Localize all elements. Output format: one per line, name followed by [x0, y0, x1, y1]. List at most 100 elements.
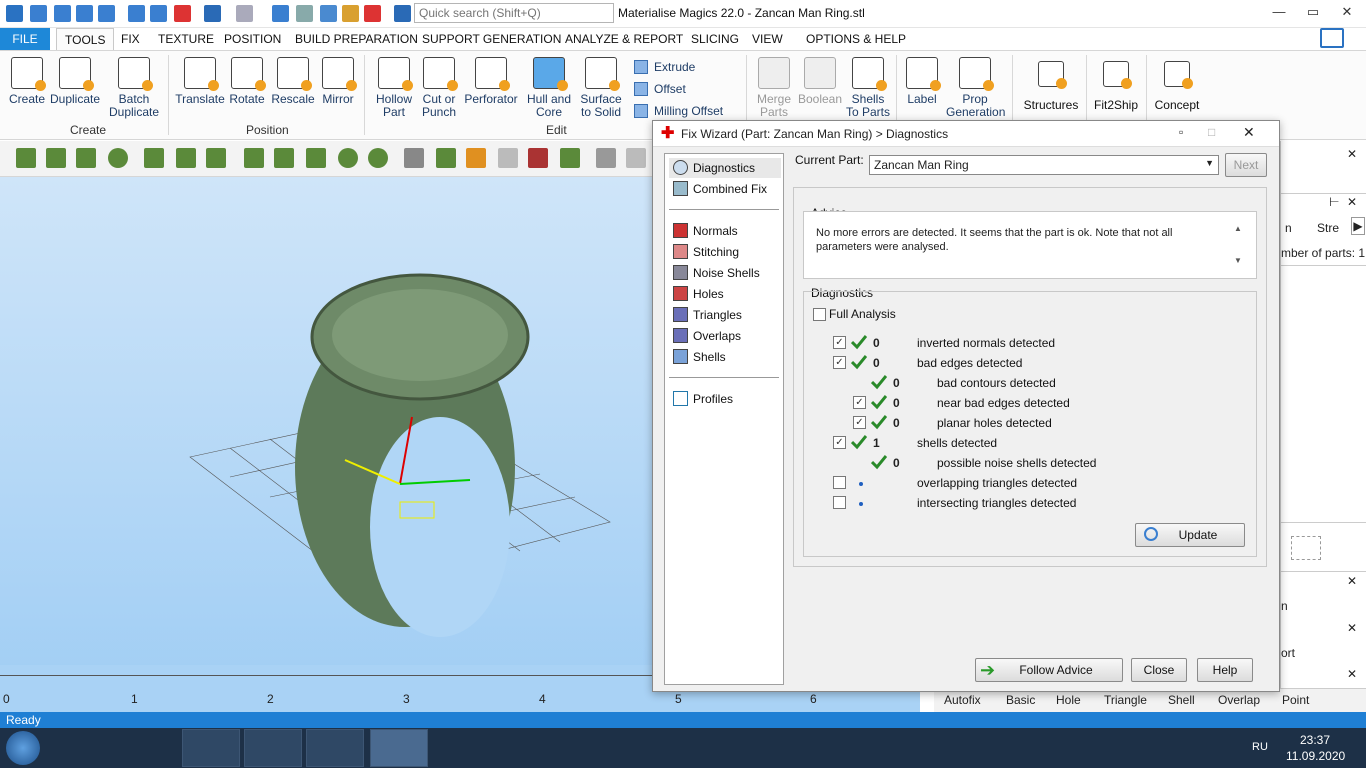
select-part-icon[interactable] [296, 5, 313, 22]
tab-shell[interactable]: Shell [1168, 693, 1195, 707]
surface-to-solid-button[interactable]: Surface to Solid [576, 55, 626, 119]
fit2ship-button[interactable]: Fit2Ship [1092, 59, 1140, 112]
box-highlight-icon[interactable] [466, 148, 486, 168]
undo-icon[interactable] [204, 5, 221, 22]
batch-duplicate-button[interactable]: Batch Duplicate [106, 55, 162, 119]
redo-icon[interactable] [236, 5, 253, 22]
update-button[interactable]: Update [1135, 523, 1245, 547]
concept-button[interactable]: Concept [1152, 59, 1202, 112]
menu-position[interactable]: POSITION [216, 28, 289, 50]
start-button[interactable] [6, 731, 40, 765]
full-analysis-checkbox[interactable] [813, 308, 826, 321]
nav-combined-fix[interactable]: Combined Fix [669, 179, 781, 199]
scroll-right-icon[interactable]: ▶ [1351, 217, 1365, 235]
close-window-button[interactable]: ✕ [1330, 2, 1364, 24]
nav-diagnostics[interactable]: Diagnostics [669, 158, 781, 178]
settings-gear-icon[interactable] [394, 5, 411, 22]
dialog-close-button[interactable]: ✕ [1243, 124, 1255, 141]
screen-gear-icon[interactable] [1320, 28, 1344, 48]
yandex-browser-icon[interactable] [60, 729, 118, 767]
row-checkbox[interactable] [833, 496, 846, 509]
mirror-button[interactable]: Mirror [318, 55, 358, 106]
minimize-button[interactable]: — [1262, 2, 1296, 24]
menu-texture[interactable]: TEXTURE [150, 28, 222, 50]
close-panel-icon[interactable]: ✕ [1347, 574, 1357, 588]
magics-app-icon[interactable] [244, 729, 302, 767]
quick-search-input[interactable] [414, 3, 614, 23]
dialog-minimize-button[interactable]: ▫ [1179, 125, 1183, 139]
arrow-light-icon[interactable] [626, 148, 646, 168]
row-checkbox[interactable] [833, 476, 846, 489]
nav-noise-shells[interactable]: Noise Shells [669, 263, 781, 283]
menu-slicing[interactable]: SLICING [683, 28, 747, 50]
mark-shell-icon[interactable] [108, 148, 128, 168]
tab-hole[interactable]: Hole [1056, 693, 1081, 707]
maximize-button[interactable]: ▭ [1296, 2, 1330, 24]
tab-point[interactable]: Point [1282, 693, 1309, 707]
extrude-button[interactable]: Extrude [634, 60, 695, 74]
3d-viewport[interactable] [0, 177, 655, 712]
mark-all-icon[interactable] [306, 148, 326, 168]
tab-overlap[interactable]: Overlap [1218, 693, 1260, 707]
column-header-name[interactable]: n [1285, 221, 1292, 235]
scroll-up-icon[interactable]: ▲ [1234, 224, 1242, 233]
mark-triangle-icon[interactable] [16, 148, 36, 168]
magics-active-icon[interactable] [370, 729, 428, 767]
row-checkbox[interactable]: ✓ [833, 436, 846, 449]
scroll-down-icon[interactable]: ▼ [1234, 256, 1242, 265]
milling-offset-button[interactable]: Milling Offset [634, 104, 723, 118]
parts-list[interactable] [1281, 265, 1366, 523]
structures-button[interactable]: Structures [1022, 59, 1080, 112]
nav-holes[interactable]: Holes [669, 284, 781, 304]
arrow-gray-icon[interactable] [596, 148, 616, 168]
merge-parts-button[interactable]: Merge Parts [752, 55, 796, 119]
close-panel-icon[interactable]: ✕ [1347, 147, 1357, 161]
unselect-icon[interactable] [364, 5, 381, 22]
offset-button[interactable]: Offset [634, 82, 686, 96]
box-icon[interactable] [404, 148, 424, 168]
view-icon[interactable] [320, 5, 337, 22]
save-all-icon[interactable] [98, 5, 115, 22]
open-file-icon[interactable] [54, 5, 71, 22]
nav-stitching[interactable]: Stitching [669, 242, 781, 262]
menu-options-help[interactable]: OPTIONS & HELP [798, 28, 914, 50]
zoom-icon[interactable] [342, 5, 359, 22]
box-mark-icon[interactable] [436, 148, 456, 168]
box-invert-icon[interactable] [560, 148, 580, 168]
export-icon[interactable] [150, 5, 167, 22]
row-checkbox[interactable]: ✓ [853, 416, 866, 429]
pin-icon[interactable]: ⊢ [1329, 195, 1339, 209]
nav-normals[interactable]: Normals [669, 221, 781, 241]
photoshop-icon[interactable] [306, 729, 364, 767]
nav-triangles[interactable]: Triangles [669, 305, 781, 325]
menu-support-generation[interactable]: SUPPORT GENERATION [414, 28, 569, 50]
language-indicator[interactable]: RU [1252, 741, 1268, 753]
translate-button[interactable]: Translate [174, 55, 226, 106]
tab-basic[interactable]: Basic [1006, 693, 1035, 707]
new-file-icon[interactable] [30, 5, 47, 22]
row-checkbox[interactable]: ✓ [833, 356, 846, 369]
yandex-icon[interactable] [120, 729, 178, 767]
create-button[interactable]: Create [6, 55, 48, 106]
row-checkbox[interactable]: ✓ [853, 396, 866, 409]
close-panel-icon[interactable]: ✕ [1347, 195, 1357, 209]
row-checkbox[interactable]: ✓ [833, 336, 846, 349]
box-gray-icon[interactable] [498, 148, 518, 168]
nav-profiles[interactable]: Profiles [669, 389, 781, 409]
tab-triangle[interactable]: Triangle [1104, 693, 1147, 707]
mark-curve-icon[interactable] [206, 148, 226, 168]
menu-fix[interactable]: FIX [113, 28, 148, 50]
mark-connected-icon[interactable] [274, 148, 294, 168]
dialog-maximize-button[interactable]: □ [1208, 125, 1215, 139]
menu-tools[interactable]: TOOLS [56, 28, 115, 50]
mark-surface-icon[interactable] [76, 148, 96, 168]
boolean-button[interactable]: Boolean [796, 55, 844, 106]
menu-file[interactable]: FILE [0, 28, 50, 50]
duplicate-button[interactable]: Duplicate [48, 55, 102, 106]
menu-build-preparation[interactable]: BUILD PREPARATION [287, 28, 426, 50]
menu-analyze-report[interactable]: ANALYZE & REPORT [557, 28, 691, 50]
label-button[interactable]: Label [902, 55, 942, 106]
nav-shells[interactable]: Shells [669, 347, 781, 367]
perforator-button[interactable]: Perforator [462, 55, 520, 106]
close-part-icon[interactable] [174, 5, 191, 22]
